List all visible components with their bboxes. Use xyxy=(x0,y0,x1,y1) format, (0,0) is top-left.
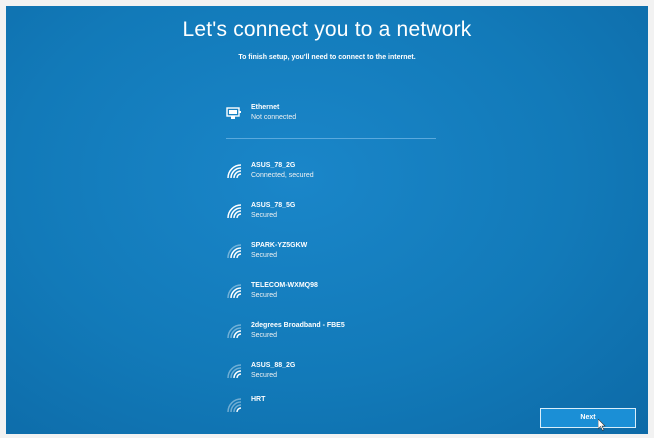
ethernet-name: Ethernet xyxy=(251,104,280,111)
network-item[interactable]: SPARK-YZ5GKW Secured xyxy=(226,238,466,266)
network-status: Secured xyxy=(251,252,278,259)
network-name: HRT xyxy=(251,396,266,403)
wifi-icon xyxy=(226,363,242,379)
network-item[interactable]: ASUS_78_2G Connected, secured xyxy=(226,158,466,186)
network-status: Secured xyxy=(251,292,278,299)
page-subtitle: To finish setup, you'll need to connect … xyxy=(238,54,416,61)
wifi-icon xyxy=(226,243,242,259)
network-item[interactable]: ASUS_78_5G Secured xyxy=(226,198,466,226)
network-status: Secured xyxy=(251,332,278,339)
network-item[interactable]: 2degrees Broadband - FBE5 Secured xyxy=(226,318,466,346)
network-status: Secured xyxy=(251,212,278,219)
mouse-cursor-icon xyxy=(597,418,606,431)
network-item[interactable]: HRT xyxy=(226,392,466,420)
wifi-icon xyxy=(226,323,242,339)
ethernet-status: Not connected xyxy=(251,114,297,121)
page-title: Let's connect you to a network xyxy=(182,18,472,41)
wifi-icon xyxy=(226,397,242,413)
network-name: TELECOM-WXMQ98 xyxy=(251,282,318,289)
wifi-icon xyxy=(226,203,242,219)
network-name: SPARK-YZ5GKW xyxy=(251,242,308,249)
ethernet-icon xyxy=(226,105,242,121)
wifi-icon xyxy=(226,163,242,179)
network-name: ASUS_78_2G xyxy=(251,162,296,169)
network-status: Connected, secured xyxy=(251,172,314,179)
network-status: Secured xyxy=(251,372,278,379)
ethernet-item[interactable]: Ethernet Not connected xyxy=(226,100,466,128)
network-name: 2degrees Broadband - FBE5 xyxy=(251,322,345,329)
setup-screen: Let's connect you to a network To finish… xyxy=(6,6,648,434)
network-item[interactable]: TELECOM-WXMQ98 Secured xyxy=(226,278,466,306)
network-name: ASUS_78_5G xyxy=(251,202,296,209)
divider xyxy=(226,138,436,139)
network-name: ASUS_88_2G xyxy=(251,362,296,369)
wifi-icon xyxy=(226,283,242,299)
next-button[interactable]: Next xyxy=(540,408,636,428)
network-item[interactable]: ASUS_88_2G Secured xyxy=(226,358,466,386)
